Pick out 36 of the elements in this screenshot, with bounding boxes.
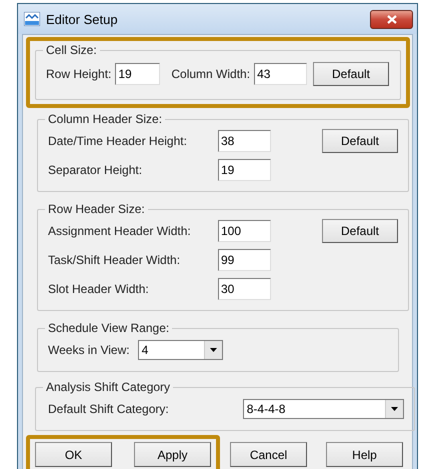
input-field[interactable]: 38 xyxy=(218,130,271,152)
caret-icon xyxy=(210,348,217,352)
input-field[interactable]: 30 xyxy=(218,278,271,300)
field-label: Default Shift Category: xyxy=(48,402,169,416)
dialog-button[interactable]: Help xyxy=(326,442,403,467)
field-label: Column Width: xyxy=(171,67,250,81)
field-label: Separator Height: xyxy=(48,162,144,176)
dropdown[interactable]: 4 xyxy=(138,340,223,360)
input-field[interactable]: 43 xyxy=(254,63,308,85)
field-label: Date/Time Header Height: xyxy=(48,134,188,148)
field-label: Assignment Header Width: xyxy=(48,224,192,238)
caret-icon xyxy=(390,406,398,410)
dialog-button[interactable]: OK xyxy=(35,442,112,467)
input-field[interactable]: 19 xyxy=(218,158,271,180)
dialog-button[interactable]: Cancel xyxy=(230,442,307,467)
input-field[interactable]: 19 xyxy=(115,63,160,85)
field-label: Task/Shift Header Width: xyxy=(48,252,182,266)
field-label: Weeks in View: xyxy=(48,342,130,356)
field-label: Row Height: xyxy=(46,67,112,81)
dialog-button[interactable]: Apply xyxy=(134,442,211,467)
close-icon xyxy=(386,14,396,24)
group-title: Schedule View Range: xyxy=(47,321,170,335)
group-title: Cell Size: xyxy=(45,43,98,57)
default-button[interactable]: Default xyxy=(322,128,398,152)
default-button[interactable]: Default xyxy=(313,62,389,86)
field-label: Slot Header Width: xyxy=(48,282,150,296)
window-title: Editor Setup xyxy=(46,12,119,26)
dropdown[interactable]: 8-4-4-8 xyxy=(242,398,404,418)
group-title: Row Header Size: xyxy=(47,202,146,216)
close-button[interactable] xyxy=(370,10,413,28)
input-field[interactable]: 100 xyxy=(218,220,271,242)
app-icon xyxy=(24,12,40,26)
group-title: Column Header Size: xyxy=(47,112,164,126)
group-title: Analysis Shift Category xyxy=(45,380,172,394)
default-button[interactable]: Default xyxy=(322,218,398,242)
input-field[interactable]: 99 xyxy=(218,248,271,270)
